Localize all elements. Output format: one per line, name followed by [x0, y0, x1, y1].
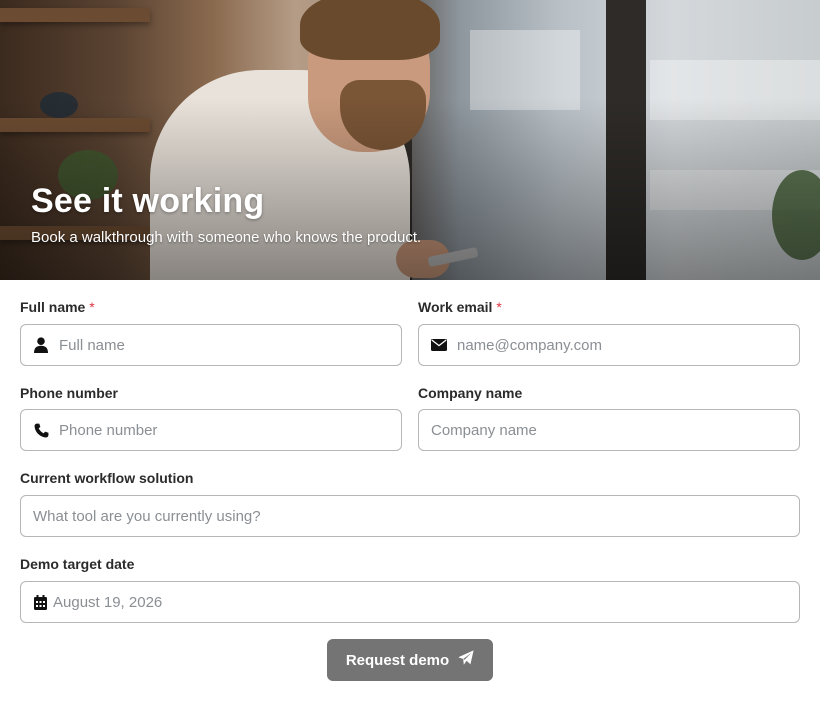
calendar-icon [33, 594, 47, 610]
full-name-label: Full name * [20, 299, 95, 315]
work-email-input[interactable] [447, 325, 799, 365]
hero-title: See it working [31, 182, 265, 220]
company-label-text: Company name [418, 385, 523, 401]
phone-label: Phone number [20, 385, 118, 401]
demo-date-field[interactable]: August 19, 2026 [20, 581, 800, 623]
full-name-input[interactable] [49, 325, 401, 365]
workflow-field[interactable] [20, 495, 800, 537]
phone-icon [33, 422, 49, 438]
phone-input[interactable] [49, 410, 401, 450]
phone-label-text: Phone number [20, 385, 119, 401]
paper-plane-icon [458, 650, 474, 670]
work-email-label-text: Work email [418, 299, 493, 315]
full-name-field[interactable] [20, 324, 402, 366]
company-field[interactable] [418, 409, 800, 451]
demo-date-value[interactable]: August 19, 2026 [47, 594, 162, 611]
envelope-icon [431, 337, 447, 353]
required-marker: * [89, 299, 95, 315]
workflow-label-text: Current workflow solution [20, 470, 194, 486]
demo-date-label-text: Demo target date [20, 556, 135, 572]
hero-subtitle: Book a walkthrough with someone who know… [31, 229, 422, 246]
request-demo-label: Request demo [345, 651, 450, 669]
company-label: Company name [418, 385, 522, 401]
request-demo-button[interactable]: Request demo [327, 639, 493, 681]
full-name-label-text: Full name [20, 299, 86, 315]
workflow-label: Current workflow solution [20, 470, 193, 486]
user-icon [33, 337, 49, 353]
hero-banner: See it working Book a walkthrough with s… [0, 0, 820, 280]
work-email-label: Work email * [418, 299, 502, 315]
company-input[interactable] [419, 410, 799, 450]
required-marker: * [496, 299, 502, 315]
workflow-input[interactable] [21, 496, 799, 536]
phone-field[interactable] [20, 409, 402, 451]
work-email-field[interactable] [418, 324, 800, 366]
demo-date-label: Demo target date [20, 556, 134, 572]
